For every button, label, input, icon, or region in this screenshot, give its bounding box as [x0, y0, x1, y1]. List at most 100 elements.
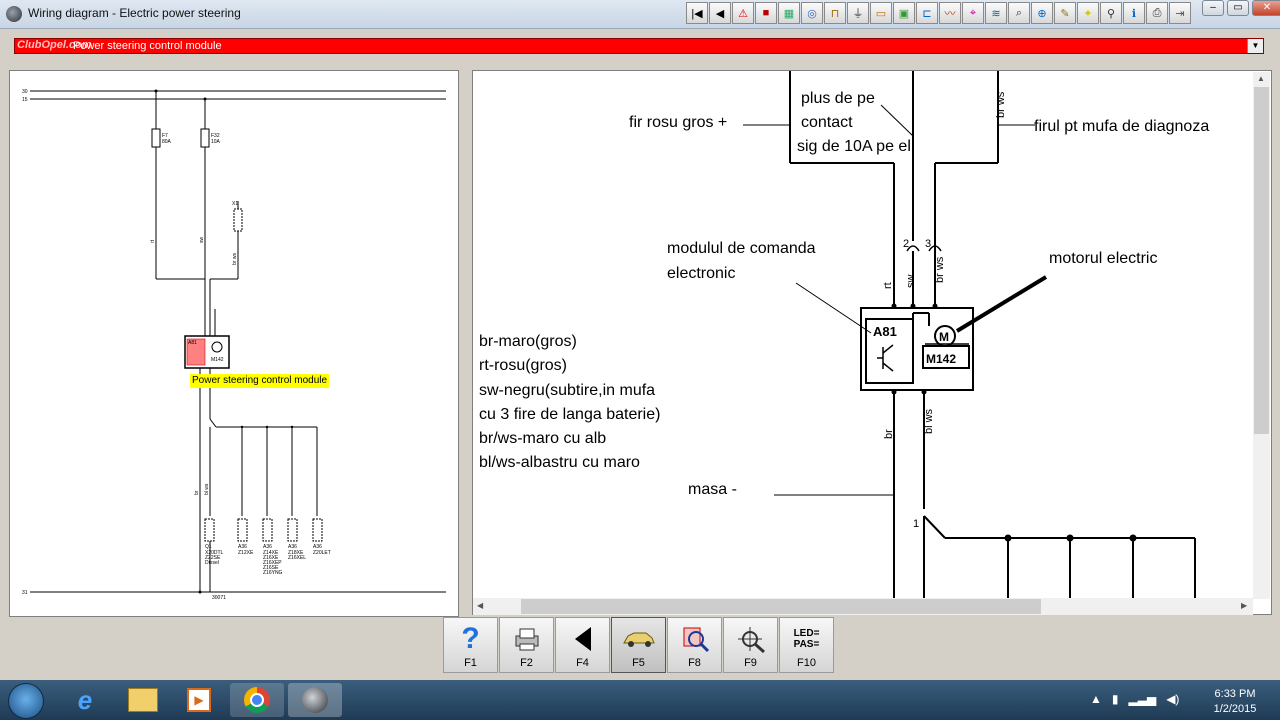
annotation-plus-line2: contact — [801, 114, 853, 131]
bottom-component-note: Diesel — [205, 560, 219, 566]
fuse-f32-rating: 10A — [211, 139, 221, 145]
wire-label-sw-right: sw — [905, 275, 917, 289]
fuse-icon[interactable]: ▭ — [870, 2, 892, 24]
f10-led-pass-button[interactable]: LED= PAS= F10 — [779, 617, 834, 673]
close-button[interactable]: ✕ — [1252, 0, 1280, 16]
harness-icon[interactable]: ≋ — [985, 2, 1007, 24]
bottom-component-note: Z16XEL — [288, 555, 306, 561]
legend-line: rt-rosu(gros) — [479, 357, 568, 375]
explorer-icon[interactable] — [116, 683, 170, 717]
tool-icon[interactable]: ✎ — [1054, 2, 1076, 24]
wire-label-sw: sw — [199, 237, 205, 244]
bottom-component-note: Z20LET — [313, 550, 331, 556]
annotation-modulul-line2: electronic — [667, 265, 736, 282]
maximize-button[interactable]: ▭ — [1227, 0, 1249, 16]
tray-device-icon[interactable]: ▮ — [1112, 692, 1119, 706]
legend-line: bl/ws-albastru cu maro — [479, 454, 640, 472]
clock-date: 1/2/2015 — [1213, 703, 1257, 715]
f5-vehicle-button[interactable]: F5 — [611, 617, 666, 673]
legend-line: cu 3 fire de langa baterie) — [479, 405, 661, 423]
first-page-icon[interactable]: |◀ — [686, 2, 708, 24]
toolbar: |◀ ◀ ⚠ ■ ▦ ◎ ⊓ ⏚ ▭ ▣ ⊏ 〰 ⌖ ≋ ⌕ ⊕ ✎ ✦ ⚲ ℹ ⎙ ⇥ — [686, 2, 1191, 24]
clock[interactable]: 6:33 PM 1/2/2015 — [1200, 687, 1270, 717]
annotation-plus-line3: sig de 10A pe el — [797, 138, 911, 155]
locate-icon — [734, 624, 768, 654]
lightbulb-icon[interactable]: ✦ — [1077, 2, 1099, 24]
info-icon[interactable]: ℹ — [1123, 2, 1145, 24]
f2-print-button[interactable]: F2 — [499, 617, 554, 673]
scroll-left-icon[interactable]: ◀ — [477, 601, 483, 610]
horizontal-scroll-thumb[interactable] — [521, 599, 1041, 614]
ground-icon[interactable]: ⏚ — [847, 2, 869, 24]
legend-line: br-maro(gros) — [479, 333, 577, 350]
relay-icon[interactable]: ▣ — [893, 2, 915, 24]
wire-label-br-ws-right: br ws — [934, 256, 946, 283]
bus-label-30: 30 — [22, 89, 28, 95]
plug-icon[interactable]: ⊏ — [916, 2, 938, 24]
led-pass-icon: LED= PAS= — [793, 628, 820, 650]
scroll-up-icon[interactable]: ▲ — [1257, 74, 1265, 83]
f8-search-component-button[interactable]: F8 — [667, 617, 722, 673]
annotation-fir-rosu: fir rosu gros + — [629, 114, 728, 131]
car-icon — [622, 624, 656, 654]
component-icon[interactable]: ◎ — [801, 2, 823, 24]
diagram-icon[interactable]: ▦ — [778, 2, 800, 24]
module-a81-detail: A81 — [873, 324, 897, 339]
warning-icon[interactable]: ⚠ — [732, 2, 754, 24]
search-icon[interactable]: ⌕ — [1008, 2, 1030, 24]
legend-line: sw-negru(subtire,in mufa — [479, 381, 656, 399]
bus-label-31: 31 — [22, 590, 28, 596]
location-icon[interactable]: ⌖ — [962, 2, 984, 24]
f4-back-button[interactable]: F4 — [555, 617, 610, 673]
ie-icon[interactable]: e — [58, 683, 112, 717]
horizontal-scrollbar[interactable]: ◀ ▶ — [473, 598, 1253, 615]
opel-app-icon[interactable] — [288, 683, 342, 717]
print-icon — [510, 624, 544, 654]
wire-icon[interactable]: 〰 — [939, 2, 961, 24]
vertical-scrollbar[interactable]: ▲ — [1253, 72, 1270, 599]
print-icon[interactable]: ⎙ — [1146, 2, 1168, 24]
component-highlight-label[interactable]: Power steering control module — [190, 374, 330, 388]
annotation-plus-line1: plus de pe — [801, 90, 875, 107]
pin-1-label: 1 — [913, 518, 919, 530]
app-icon — [6, 6, 22, 22]
overview-diagram-panel[interactable]: 30 15 31 F7 80A F32 10A X1 A81 M142 rt s… — [9, 70, 459, 617]
f9-locate-button[interactable]: F9 — [723, 617, 778, 673]
taskbar: e ▶ ▲ ▮ ▂▃▅ ◀) 6:33 PM 1/2/2015 — [0, 680, 1280, 720]
prev-page-icon[interactable]: ◀ — [709, 2, 731, 24]
zoom-icon[interactable]: ⊕ — [1031, 2, 1053, 24]
tray-arrow-icon[interactable]: ▲ — [1090, 692, 1102, 706]
wire-label-bl-ws-right: bl ws — [923, 408, 935, 434]
wire-label-br-right: br — [883, 429, 895, 439]
scroll-right-icon[interactable]: ▶ — [1241, 601, 1247, 610]
stop-icon[interactable]: ■ — [755, 2, 777, 24]
fuse-f7-rating: 80A — [162, 139, 172, 145]
annotation-masa: masa - — [688, 481, 737, 498]
overview-diagram: 30 15 31 F7 80A F32 10A X1 A81 M142 rt s… — [22, 89, 446, 601]
bottom-component-note: Z16YNG — [263, 570, 283, 576]
volume-icon[interactable]: ◀) — [1166, 692, 1179, 706]
start-button[interactable] — [8, 683, 44, 719]
wire-color-legend: br-maro(gros) rt-rosu(gros) sw-negru(sub… — [479, 330, 660, 476]
system-tray: ▲ ▮ ▂▃▅ ◀) — [1090, 692, 1179, 706]
minimize-button[interactable]: – — [1202, 0, 1224, 16]
wire-label-br: br — [194, 490, 200, 495]
network-icon[interactable]: ▂▃▅ — [1129, 692, 1157, 706]
f1-help-button[interactable]: ? F1 — [443, 617, 498, 673]
test-icon[interactable]: ⚲ — [1100, 2, 1122, 24]
module-m142-detail: M142 — [926, 352, 956, 366]
chrome-icon[interactable] — [230, 683, 284, 717]
component-selector[interactable]: ClubOpel.com Power steering control modu… — [14, 38, 1264, 54]
connector-icon[interactable]: ⊓ — [824, 2, 846, 24]
bottom-component-note: Z12XE — [238, 550, 254, 556]
pin-2-label: 2 — [903, 238, 909, 250]
wire-label-rt: rt — [150, 239, 156, 243]
exit-icon[interactable]: ⇥ — [1169, 2, 1191, 24]
window-title: Wiring diagram - Electric power steering — [28, 6, 241, 20]
vertical-scroll-thumb[interactable] — [1254, 87, 1269, 434]
chevron-down-icon[interactable]: ▼ — [1247, 39, 1263, 53]
wire-label-bl-ws: bl ws — [204, 483, 210, 495]
ground-reference: 30071 — [212, 595, 226, 601]
media-player-icon[interactable]: ▶ — [172, 683, 226, 717]
selector-value: Power steering control module — [73, 40, 222, 52]
